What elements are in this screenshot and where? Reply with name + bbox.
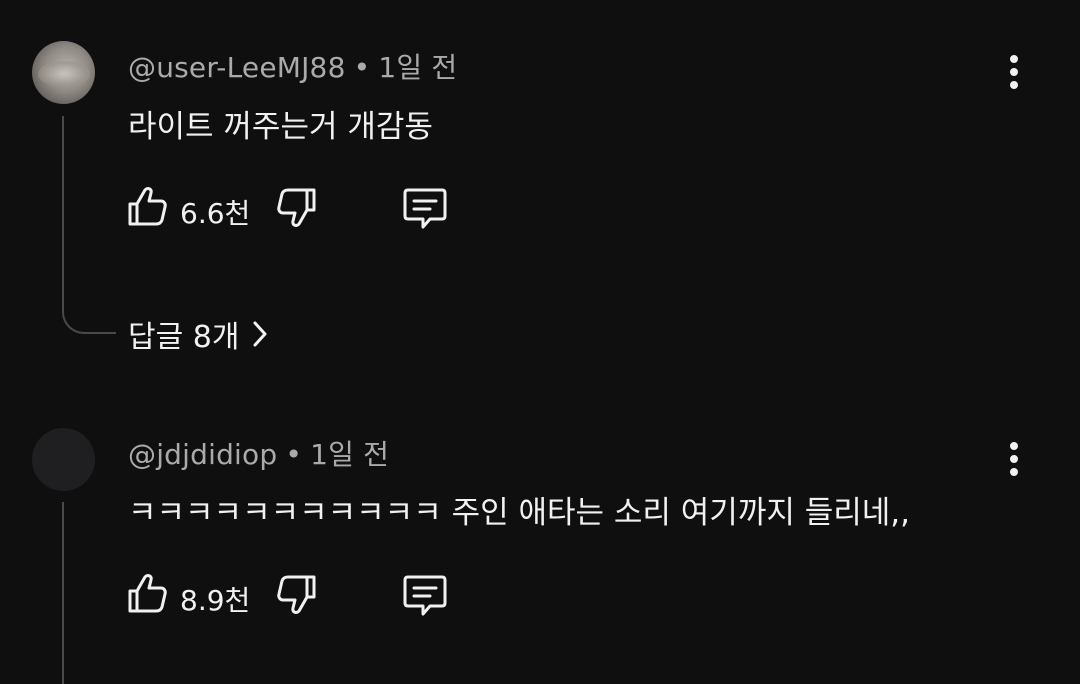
- like-count: 8.9천: [180, 584, 251, 617]
- avatar[interactable]: [32, 428, 95, 491]
- meta-separator: •: [285, 438, 303, 471]
- thumbs-down-icon[interactable]: [274, 573, 318, 617]
- comment-reply-icon[interactable]: [402, 573, 448, 617]
- comment-meta: @jdjdidiop • 1일 전: [128, 433, 389, 473]
- comment-time: 1일 전: [310, 438, 390, 471]
- comment-actions: 8.9천: [126, 571, 466, 619]
- author-name[interactable]: @jdjdidiop: [128, 438, 277, 471]
- thread-line: [62, 502, 64, 684]
- more-options-button[interactable]: [998, 439, 1030, 479]
- comment-text: ㅋㅋㅋㅋㅋㅋㅋㅋㅋㅋㅋ 주인 애타는 소리 여기까지 들리네,,: [128, 495, 910, 531]
- comment-2: @jdjdidiop • 1일 전 ㅋㅋㅋㅋㅋㅋㅋㅋㅋㅋㅋ 주인 애타는 소리 여기…: [0, 0, 1080, 684]
- thumbs-up-icon[interactable]: [126, 571, 170, 615]
- more-vertical-icon: [1010, 442, 1018, 476]
